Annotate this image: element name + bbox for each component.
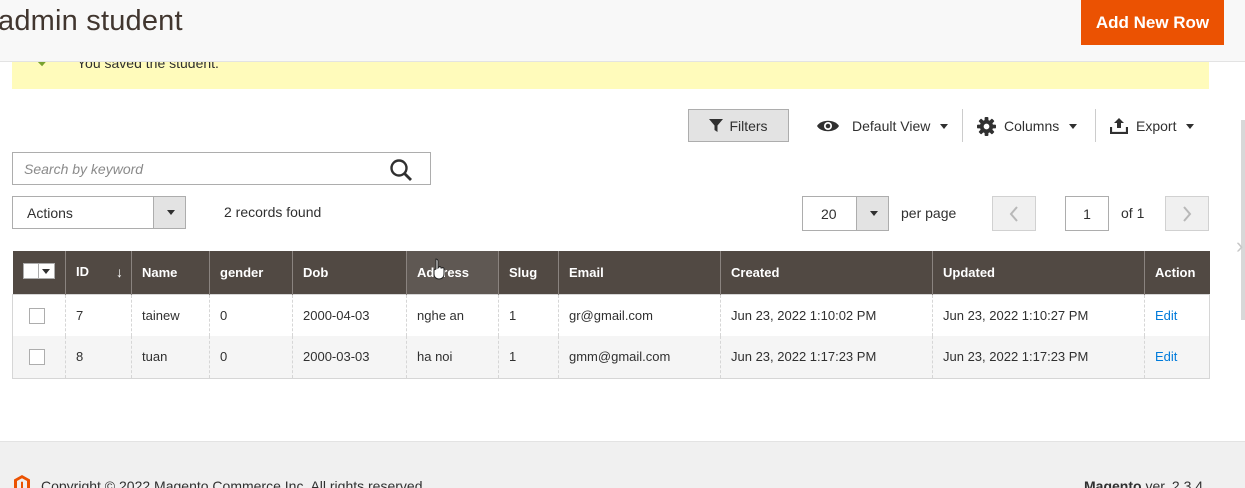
column-header-address[interactable]: Address bbox=[406, 251, 499, 294]
footer-version-number: ver. 2.3.4 bbox=[1141, 478, 1204, 488]
scrollbar[interactable] bbox=[1241, 120, 1245, 320]
next-page-button[interactable] bbox=[1165, 196, 1209, 231]
toolbar-divider bbox=[1095, 109, 1096, 142]
students-grid: ID↓ Name gender Dob Address Slug Email C… bbox=[12, 251, 1210, 379]
chevron-down-icon bbox=[42, 268, 50, 274]
records-found: 2 records found bbox=[224, 204, 322, 220]
grid-header-row: ID↓ Name gender Dob Address Slug Email C… bbox=[12, 251, 1210, 294]
edit-link[interactable]: Edit bbox=[1155, 308, 1177, 323]
chevron-down-icon bbox=[869, 211, 878, 216]
cell-updated: Jun 23, 2022 1:17:23 PM bbox=[932, 336, 1145, 378]
cell-created: Jun 23, 2022 1:17:23 PM bbox=[720, 336, 933, 378]
filters-button[interactable]: Filters bbox=[688, 109, 789, 142]
chevron-down-icon bbox=[1186, 123, 1195, 129]
actions-label: Actions bbox=[27, 205, 73, 221]
filter-icon bbox=[709, 118, 724, 132]
per-page-toggle[interactable] bbox=[856, 197, 888, 230]
view-label: Default View bbox=[852, 118, 931, 134]
cell-gender: 0 bbox=[209, 294, 293, 336]
checkmark-icon bbox=[37, 62, 46, 67]
footer-brand: Magento bbox=[1084, 478, 1142, 488]
add-new-row-button[interactable]: Add New Row bbox=[1081, 0, 1224, 45]
column-header-slug[interactable]: Slug bbox=[498, 251, 559, 294]
mouse-cursor bbox=[433, 258, 445, 280]
cell-name: tainew bbox=[131, 294, 210, 336]
cell-email: gr@gmail.com bbox=[558, 294, 721, 336]
column-header-action: Action bbox=[1144, 251, 1210, 294]
per-page-select[interactable]: 20 bbox=[802, 196, 889, 231]
column-header-id[interactable]: ID ↓ bbox=[65, 251, 132, 294]
filters-label: Filters bbox=[729, 117, 768, 134]
page-footer: Copyright © 2022 Magento Commerce Inc. A… bbox=[0, 441, 1245, 488]
mass-select-checkbox[interactable] bbox=[22, 263, 55, 280]
edit-link[interactable]: Edit bbox=[1155, 349, 1177, 364]
eye-icon bbox=[817, 120, 839, 132]
search-input[interactable] bbox=[13, 153, 383, 184]
cell-address: nghe an bbox=[406, 294, 499, 336]
column-header-updated[interactable]: Updated bbox=[932, 251, 1145, 294]
cell-slug: 1 bbox=[498, 336, 559, 378]
cell-slug: 1 bbox=[498, 294, 559, 336]
mass-select-header[interactable] bbox=[12, 251, 66, 294]
page-count-label: of 1 bbox=[1121, 205, 1145, 221]
cell-address: ha noi bbox=[406, 336, 499, 378]
column-header-email[interactable]: Email bbox=[558, 251, 721, 294]
per-page-value: 20 bbox=[821, 206, 837, 222]
prev-page-button[interactable] bbox=[992, 196, 1036, 231]
cell-id: 7 bbox=[65, 294, 132, 336]
toolbar-divider bbox=[962, 109, 963, 142]
cell-email: gmm@gmail.com bbox=[558, 336, 721, 378]
chevron-right-icon bbox=[1183, 205, 1192, 222]
cell-gender: 0 bbox=[209, 336, 293, 378]
success-message-text: You saved the student. bbox=[77, 62, 219, 71]
success-message: You saved the student. bbox=[12, 62, 1209, 89]
footer-version: Magento ver. 2.3.4 bbox=[1084, 478, 1203, 488]
page-title: admin student bbox=[0, 5, 183, 37]
column-header-created[interactable]: Created bbox=[720, 251, 933, 294]
search-box bbox=[12, 152, 431, 185]
cell-id: 8 bbox=[65, 336, 132, 378]
view-dropdown[interactable]: Default View bbox=[816, 113, 949, 139]
page-number-input[interactable]: 1 bbox=[1065, 196, 1109, 231]
page-header: admin student Add New Row bbox=[0, 0, 1245, 62]
actions-dropdown[interactable]: Actions bbox=[12, 196, 186, 229]
export-dropdown[interactable]: Export bbox=[1110, 113, 1195, 139]
cell-dob: 2000-03-03 bbox=[292, 336, 407, 378]
columns-dropdown[interactable]: Columns bbox=[977, 113, 1078, 139]
export-label: Export bbox=[1136, 118, 1177, 134]
row-checkbox[interactable] bbox=[29, 349, 45, 366]
footer-copyright: Copyright © 2022 Magento Commerce Inc. A… bbox=[41, 478, 427, 488]
table-row: 8 tuan 0 2000-03-03 ha noi 1 gmm@gmail.c… bbox=[12, 336, 1210, 378]
actions-toggle[interactable] bbox=[153, 197, 185, 228]
row-checkbox[interactable] bbox=[29, 307, 45, 324]
export-icon bbox=[1110, 118, 1128, 134]
chevron-down-icon bbox=[940, 123, 949, 129]
column-header-name[interactable]: Name bbox=[131, 251, 210, 294]
table-row: 7 tainew 0 2000-04-03 nghe an 1 gr@gmail… bbox=[12, 294, 1210, 336]
chevron-down-icon bbox=[166, 210, 175, 215]
cell-updated: Jun 23, 2022 1:10:27 PM bbox=[932, 294, 1145, 336]
columns-label: Columns bbox=[1004, 118, 1060, 134]
search-icon[interactable] bbox=[389, 158, 413, 182]
column-header-gender[interactable]: gender bbox=[209, 251, 293, 294]
per-page-label: per page bbox=[901, 205, 957, 221]
chevron-left-icon bbox=[1009, 205, 1018, 222]
sort-desc-icon: ↓ bbox=[116, 264, 123, 281]
chevron-down-icon bbox=[1069, 123, 1078, 129]
magento-logo-icon bbox=[14, 475, 30, 488]
column-header-dob[interactable]: Dob bbox=[292, 251, 407, 294]
chevron-right-icon[interactable]: › bbox=[1236, 233, 1243, 259]
cell-created: Jun 23, 2022 1:10:02 PM bbox=[720, 294, 933, 336]
cell-dob: 2000-04-03 bbox=[292, 294, 407, 336]
gear-icon bbox=[977, 116, 996, 136]
cell-name: tuan bbox=[131, 336, 210, 378]
